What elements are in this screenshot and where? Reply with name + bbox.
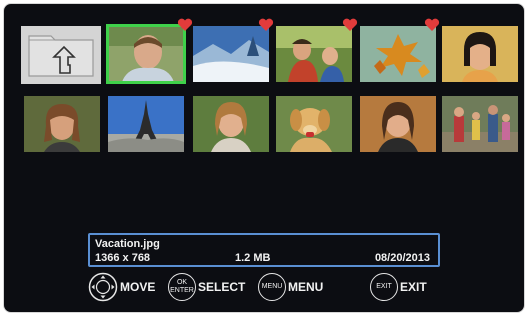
file-size: 1.2 MB bbox=[235, 252, 271, 264]
thumbnail-golden-dog[interactable] bbox=[276, 96, 352, 152]
favorite-heart-icon bbox=[258, 18, 274, 32]
boy-portrait-image bbox=[108, 26, 184, 82]
menu-hint: MENU MENU bbox=[258, 270, 323, 304]
media-browser-screen: Vacation.jpg 1366 x 768 1.2 MB 08/20/201… bbox=[3, 3, 525, 313]
move-hint: MOVE bbox=[88, 270, 155, 304]
favorite-heart-icon bbox=[342, 18, 358, 32]
folder-up-tile[interactable] bbox=[21, 26, 101, 84]
exit-hint: EXIT EXIT bbox=[370, 270, 427, 304]
menu-btn-text: MENU bbox=[261, 283, 283, 290]
woman-laughing-image bbox=[360, 96, 436, 152]
thumbnail-girl-smiling[interactable] bbox=[442, 26, 518, 82]
thumbnail-eiffel-tower[interactable] bbox=[108, 96, 184, 152]
file-date: 08/20/2013 bbox=[374, 252, 430, 264]
file-info-panel: Vacation.jpg 1366 x 768 1.2 MB 08/20/201… bbox=[88, 233, 440, 267]
eiffel-tower-image bbox=[108, 96, 184, 152]
menu-button-icon: MENU bbox=[258, 273, 286, 301]
girl-portrait-image bbox=[24, 96, 100, 152]
woman-smiling-image bbox=[193, 96, 269, 152]
thumbnail-girl-portrait[interactable] bbox=[24, 96, 100, 152]
kids-playing-image bbox=[276, 26, 352, 82]
girl-smiling-image bbox=[442, 26, 518, 82]
dpad-icon bbox=[88, 272, 118, 302]
file-name: Vacation.jpg bbox=[95, 238, 160, 250]
exit-button-icon: EXIT bbox=[370, 273, 398, 301]
thumbnail-boy-portrait[interactable] bbox=[106, 24, 186, 84]
ok-text: OK bbox=[176, 279, 188, 286]
thumbnail-woman-smiling[interactable] bbox=[193, 96, 269, 152]
exit-label: EXIT bbox=[400, 280, 427, 294]
thumbnail-family-walk[interactable] bbox=[442, 96, 518, 152]
ok-enter-button-icon: OK ENTER bbox=[168, 273, 196, 301]
thumbnail-woman-laughing[interactable] bbox=[360, 96, 436, 152]
golden-dog-image bbox=[276, 96, 352, 152]
favorite-heart-icon bbox=[177, 18, 193, 32]
select-label: SELECT bbox=[198, 280, 246, 294]
move-label: MOVE bbox=[120, 280, 156, 294]
family-walk-image bbox=[442, 96, 518, 152]
favorite-heart-icon bbox=[424, 18, 440, 32]
thumbnail-autumn-leaves[interactable] bbox=[360, 26, 436, 82]
thumbnail-kids-playing[interactable] bbox=[276, 26, 352, 82]
menu-label: MENU bbox=[288, 280, 324, 294]
autumn-leaves-image bbox=[360, 26, 436, 82]
snow-landscape-image bbox=[193, 26, 269, 82]
thumbnail-snow-landscape[interactable] bbox=[193, 26, 269, 82]
thumbnail-grid bbox=[20, 18, 520, 162]
folder-up-icon bbox=[21, 26, 101, 84]
exit-btn-text: EXIT bbox=[376, 283, 392, 290]
select-hint: OK ENTER SELECT bbox=[168, 270, 245, 304]
file-resolution: 1366 x 768 bbox=[95, 252, 151, 264]
control-hints-bar: MOVE OK ENTER SELECT MENU MENU EXIT EXIT bbox=[4, 270, 524, 304]
enter-text: ENTER bbox=[170, 287, 194, 294]
